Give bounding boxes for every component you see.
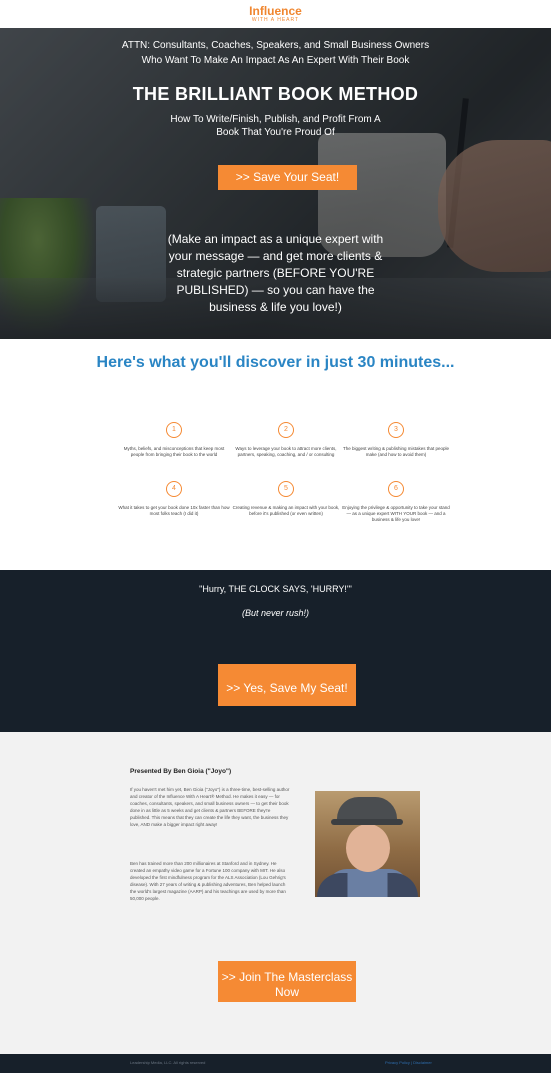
hero-subtitle: How To Write/Finish, Publish, and Profit… bbox=[170, 114, 381, 138]
logo-bar: Influence WITH A HEART bbox=[0, 0, 551, 28]
presenter-heading: Presented By Ben Gioia ("Joyo") bbox=[130, 768, 232, 775]
number-six-icon: 6 bbox=[388, 481, 404, 497]
feature-item: 6 Enjoying the privilege & opportunity t… bbox=[340, 481, 452, 523]
number-four-icon: 4 bbox=[166, 481, 182, 497]
page-title: THE BRILLIANT BOOK METHOD bbox=[132, 84, 419, 104]
hero-section: ATTN: Consultants, Coaches, Speakers, an… bbox=[0, 28, 551, 339]
cta-quote: "Hurry, THE CLOCK SAYS, 'HURRY!'" bbox=[199, 584, 352, 594]
save-seat-button[interactable]: >> Save Your Seat! bbox=[218, 165, 357, 190]
number-one-icon: 1 bbox=[166, 422, 182, 438]
feature-text: Myths, beliefs, and misconceptions that … bbox=[123, 446, 225, 457]
presenter-bio-paragraph: Ben has trained more than 200 millionair… bbox=[130, 861, 286, 901]
cta-section: "Hurry, THE CLOCK SAYS, 'HURRY!'" (But n… bbox=[0, 570, 551, 732]
photo-face bbox=[346, 824, 390, 872]
number-two-icon: 2 bbox=[278, 422, 294, 438]
presenter-section: Presented By Ben Gioia ("Joyo") If you h… bbox=[0, 732, 551, 1054]
footer-copyright: Leadership Media, LLC. All rights reserv… bbox=[130, 1060, 206, 1065]
join-masterclass-button[interactable]: >> Join The Masterclass Now bbox=[218, 961, 356, 1002]
feature-text: Ways to leverage your book to attract mo… bbox=[235, 446, 337, 457]
footer-links[interactable]: Privacy Policy | Disclaimer bbox=[385, 1060, 432, 1065]
hero-pitch-text: (Make an impact as a unique expert with … bbox=[167, 232, 384, 314]
feature-text: What it takes to get your book done 10x … bbox=[118, 505, 230, 516]
feature-item: 3 The biggest writing & publishing mista… bbox=[340, 422, 452, 458]
presenter-bio-paragraph: If you haven't met him yet, Ben Gioia ("… bbox=[130, 787, 290, 827]
footer: Leadership Media, LLC. All rights reserv… bbox=[0, 1054, 551, 1073]
cta-quote-sub: (But never rush!) bbox=[241, 608, 310, 618]
feature-text: Creating revenue & making an impact with… bbox=[232, 505, 340, 516]
presenter-photo bbox=[315, 791, 420, 897]
photo-hat-brim bbox=[331, 819, 403, 825]
feature-item: 1 Myths, beliefs, and misconceptions tha… bbox=[118, 422, 230, 458]
yes-save-seat-button[interactable]: >> Yes, Save My Seat! bbox=[218, 664, 356, 706]
number-three-icon: 3 bbox=[388, 422, 404, 438]
number-five-icon: 5 bbox=[278, 481, 294, 497]
discover-heading: Here's what you'll discover in just 30 m… bbox=[96, 354, 455, 371]
feature-text: Enjoying the privilege & opportunity to … bbox=[342, 505, 450, 522]
feature-text: The biggest writing & publishing mistake… bbox=[342, 446, 450, 457]
hero-attn-text: ATTN: Consultants, Coaches, Speakers, an… bbox=[121, 40, 430, 66]
feature-item: 2 Ways to leverage your book to attract … bbox=[230, 422, 342, 458]
feature-item: 5 Creating revenue & making an impact wi… bbox=[230, 481, 342, 517]
logo-title[interactable]: Influence bbox=[0, 0, 551, 17]
feature-item: 4 What it takes to get your book done 10… bbox=[118, 481, 230, 517]
logo-subtitle: WITH A HEART bbox=[251, 17, 300, 23]
photo-jacket bbox=[317, 873, 418, 897]
